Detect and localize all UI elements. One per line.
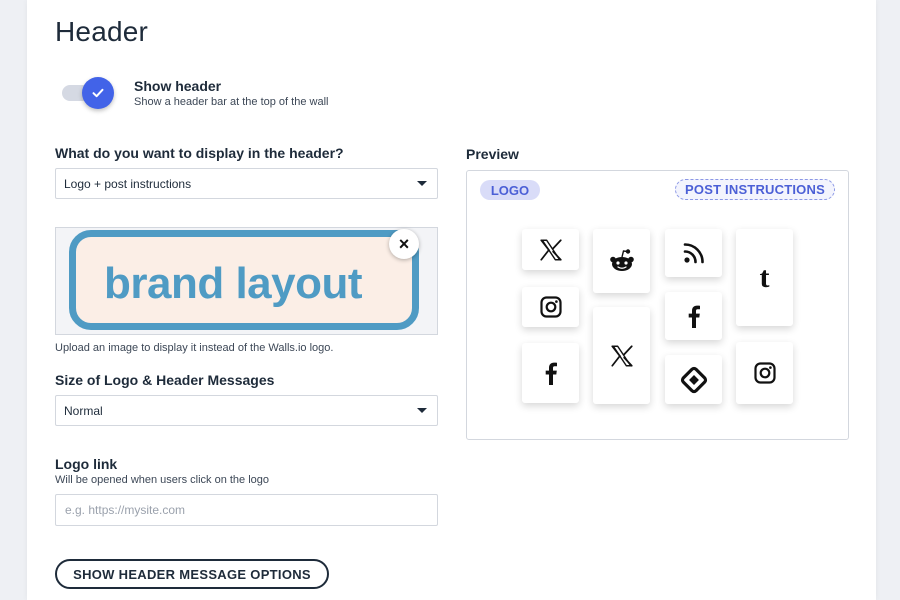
preview-post-card <box>593 307 650 404</box>
show-header-label: Show header <box>134 78 222 94</box>
rss-icon <box>683 243 704 264</box>
preview-post-instructions-pill: POST INSTRUCTIONS <box>675 179 835 200</box>
tumblr-icon: t <box>759 260 770 294</box>
display-select[interactable]: Logo + post instructions <box>55 168 438 199</box>
preview-post-card <box>522 229 579 270</box>
preview-post-card <box>522 343 579 403</box>
show-header-message-options-button[interactable]: SHOW HEADER MESSAGE OPTIONS <box>55 559 329 589</box>
x-icon <box>539 238 562 261</box>
x-icon <box>610 344 633 367</box>
wallsio-icon <box>680 366 707 393</box>
preview-post-card <box>593 229 650 293</box>
logo-link-input[interactable] <box>55 494 438 526</box>
instagram-icon <box>753 362 776 384</box>
logo-upload-area[interactable]: brand layout <box>55 227 438 335</box>
remove-logo-button[interactable]: × <box>389 229 419 259</box>
reddit-icon <box>609 249 634 271</box>
close-icon: × <box>398 233 410 254</box>
check-icon <box>92 88 104 98</box>
display-select-value: Logo + post instructions <box>64 176 192 191</box>
chevron-down-icon <box>417 181 427 186</box>
show-header-description: Show a header bar at the top of the wall <box>134 96 329 108</box>
preview-post-card <box>665 355 722 404</box>
facebook-icon <box>545 362 557 385</box>
preview-post-card <box>736 342 793 404</box>
uploaded-logo-image: brand layout <box>69 230 419 330</box>
preview-post-card <box>665 229 722 277</box>
display-label: What do you want to display in the heade… <box>55 145 344 161</box>
uploaded-logo-text: brand layout <box>104 259 363 308</box>
size-select[interactable]: Normal <box>55 395 438 426</box>
chevron-down-icon <box>417 408 427 413</box>
show-header-toggle[interactable] <box>62 77 116 109</box>
logo-upload-hint: Upload an image to display it instead of… <box>55 342 334 354</box>
preview-post-card <box>665 292 722 340</box>
preview-post-card <box>522 287 579 327</box>
logo-link-label: Logo link <box>55 456 118 472</box>
preview-post-card: t <box>736 229 793 326</box>
toggle-knob <box>82 77 114 109</box>
size-label: Size of Logo & Header Messages <box>55 372 275 388</box>
preview-logo-pill: LOGO <box>480 180 540 200</box>
preview-title: Preview <box>466 146 519 162</box>
instagram-icon <box>539 296 562 318</box>
page-title: Header <box>55 16 149 47</box>
size-select-value: Normal <box>64 403 103 418</box>
facebook-icon <box>688 305 700 328</box>
logo-link-hint: Will be opened when users click on the l… <box>55 474 270 486</box>
